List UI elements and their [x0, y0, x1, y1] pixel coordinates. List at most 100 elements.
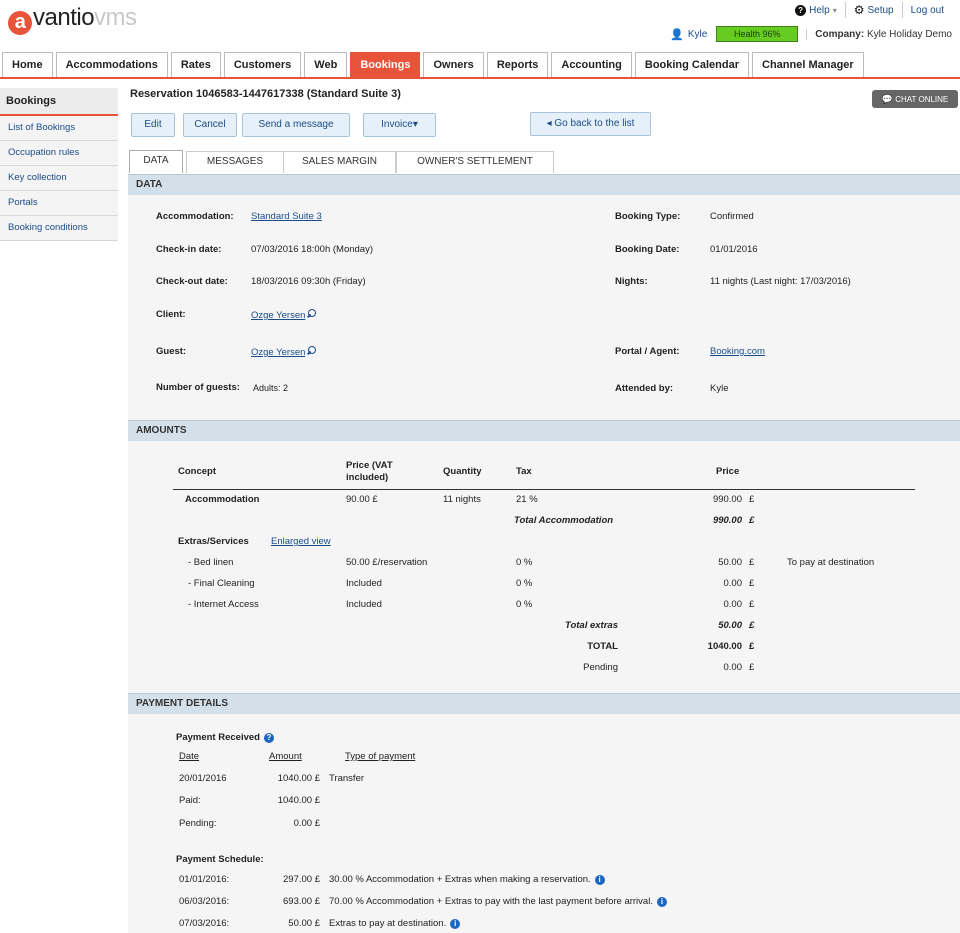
currency: £: [749, 578, 755, 589]
total-value: 1040.00: [707, 641, 742, 652]
nav-tab-reports[interactable]: Reports: [486, 52, 549, 77]
health-indicator[interactable]: Health 96%: [716, 26, 799, 42]
currency: £: [749, 494, 755, 505]
portal-link[interactable]: Booking.com: [710, 346, 765, 357]
accommodation-quantity: 11 nights: [443, 494, 481, 505]
tab-sales-margin[interactable]: SALES MARGIN: [283, 151, 396, 173]
setup-link[interactable]: ⚙ Setup: [844, 2, 902, 18]
company-info: Company: Kyle Holiday Demo: [806, 28, 952, 40]
edit-button[interactable]: Edit: [131, 113, 175, 137]
portal-label: Portal / Agent:: [615, 346, 680, 357]
extra-price: Included: [346, 599, 382, 610]
extra-note: To pay at destination: [787, 557, 875, 568]
extras-label: Extras/Services: [178, 536, 249, 547]
total-label: TOTAL: [587, 641, 618, 652]
question-circle-icon[interactable]: ?: [263, 733, 274, 743]
schedule-date: 01/01/2016:: [179, 874, 230, 885]
nav-tab-channel-manager[interactable]: Channel Manager: [752, 52, 864, 77]
nav-tab-web[interactable]: Web: [304, 52, 348, 77]
nav-tab-accommodations[interactable]: Accommodations: [55, 52, 168, 77]
client-link[interactable]: Ozge Yersen: [251, 309, 317, 321]
gear-icon: ⚙: [853, 3, 865, 17]
avantio-logo[interactable]: a vantiovms: [8, 4, 137, 35]
sidebar-item-booking-conditions[interactable]: Booking conditions: [0, 216, 118, 241]
currency: £: [749, 620, 755, 631]
checkout-value: 18/03/2016 09:30h (Friday): [251, 276, 366, 287]
data-panel: Accommodation: Standard Suite 3 Check-in…: [128, 195, 960, 420]
booking-type-label: Booking Type:: [615, 211, 681, 222]
user-link[interactable]: 👤 Kyle: [670, 28, 716, 41]
nav-tab-customers[interactable]: Customers: [223, 52, 302, 77]
total-accommodation-label: Total Accommodation: [514, 515, 614, 526]
chat-bubble-icon: 💬: [881, 94, 893, 104]
enlarged-view-link[interactable]: Enlarged view: [271, 536, 331, 547]
booking-date-value: 01/01/2016: [710, 244, 758, 255]
payment-panel: Payment Received? Date Amount Type of pa…: [128, 714, 960, 933]
extra-name: - Final Cleaning: [188, 578, 255, 589]
booking-date-label: Booking Date:: [615, 244, 680, 255]
top-links: ? Help ▾ ⚙ Setup Log out: [787, 2, 952, 18]
nights-label: Nights:: [615, 276, 648, 287]
chevron-down-icon: ▾: [832, 5, 837, 15]
logout-link[interactable]: Log out: [901, 2, 952, 18]
extra-total: 50.00: [718, 557, 742, 568]
info-circle-icon[interactable]: i: [656, 897, 667, 907]
go-back-button[interactable]: ◂ Go back to the list: [530, 112, 651, 136]
currency: £: [749, 515, 755, 526]
accommodation-link[interactable]: Standard Suite 3: [251, 211, 322, 222]
section-header-amounts: AMOUNTS: [128, 420, 960, 441]
currency: £: [749, 557, 755, 568]
send-message-button[interactable]: Send a message: [242, 113, 350, 137]
sidebar-item-key-collection[interactable]: Key collection: [0, 166, 118, 191]
main-nav: Home Accommodations Rates Customers Web …: [0, 52, 960, 79]
nav-tab-home[interactable]: Home: [2, 52, 53, 77]
tab-messages[interactable]: MESSAGES: [186, 151, 284, 173]
section-header-data: DATA: [128, 174, 960, 195]
sidebar-item-list-of-bookings[interactable]: List of Bookings: [0, 116, 118, 141]
info-circle-icon[interactable]: i: [594, 875, 605, 885]
guest-link[interactable]: Ozge Yersen: [251, 346, 317, 358]
payment-received-label: Payment Received?: [176, 732, 274, 743]
nav-tab-rates[interactable]: Rates: [170, 52, 221, 77]
cancel-button[interactable]: Cancel: [183, 113, 237, 137]
pending-label: Pending: [583, 662, 618, 673]
col-tax: Tax: [516, 466, 532, 477]
col-concept: Concept: [178, 466, 216, 477]
help-link[interactable]: ? Help ▾: [787, 2, 845, 18]
chat-online-button[interactable]: 💬 CHAT ONLINE: [872, 90, 958, 108]
sidebar-item-portals[interactable]: Portals: [0, 191, 118, 216]
currency: £: [749, 662, 755, 673]
nav-tab-owners[interactable]: Owners: [423, 52, 484, 77]
tab-owners-settlement[interactable]: OWNER'S SETTLEMENT: [396, 151, 554, 173]
checkin-label: Check-in date:: [156, 244, 222, 255]
sidebar-item-occupation-rules[interactable]: Occupation rules: [0, 141, 118, 166]
nav-tab-accounting[interactable]: Accounting: [551, 52, 632, 77]
extra-price: 50.00 £/reservation: [346, 557, 428, 568]
info-circle-icon[interactable]: i: [450, 919, 461, 929]
tab-data[interactable]: DATA: [129, 150, 183, 173]
payment-date: 20/01/2016: [179, 773, 227, 784]
attended-value: Kyle: [710, 383, 729, 394]
nav-tab-bookings[interactable]: Bookings: [350, 52, 421, 77]
nights-value: 11 nights (Last night: 17/03/2016): [710, 276, 851, 287]
extra-tax: 0 %: [516, 599, 533, 610]
magnifier-icon[interactable]: [306, 309, 317, 319]
paid-value: 1040.00 £: [277, 795, 320, 806]
user-icon: 👤: [670, 28, 684, 41]
col-date: Date: [179, 751, 200, 762]
user-bar: 👤 Kyle Health 96% Company: Kyle Holiday …: [670, 26, 952, 42]
guests-label: Number of guests:: [156, 382, 240, 393]
nav-tab-booking-calendar[interactable]: Booking Calendar: [634, 52, 749, 77]
accommodation-label: Accommodation:: [156, 211, 234, 222]
extra-total: 0.00: [723, 578, 743, 589]
accommodation-tax: 21 %: [516, 494, 538, 505]
attended-label: Attended by:: [615, 383, 674, 394]
currency: £: [749, 599, 755, 610]
magnifier-icon[interactable]: [306, 346, 317, 356]
schedule-amount: 50.00 £: [288, 918, 320, 929]
pending-value: 0.00 £: [293, 818, 320, 829]
pending-label: Pending:: [179, 818, 217, 829]
invoice-button[interactable]: Invoice▾: [363, 113, 436, 137]
booking-type-value: Confirmed: [710, 211, 754, 222]
col-amount: Amount: [269, 751, 302, 762]
